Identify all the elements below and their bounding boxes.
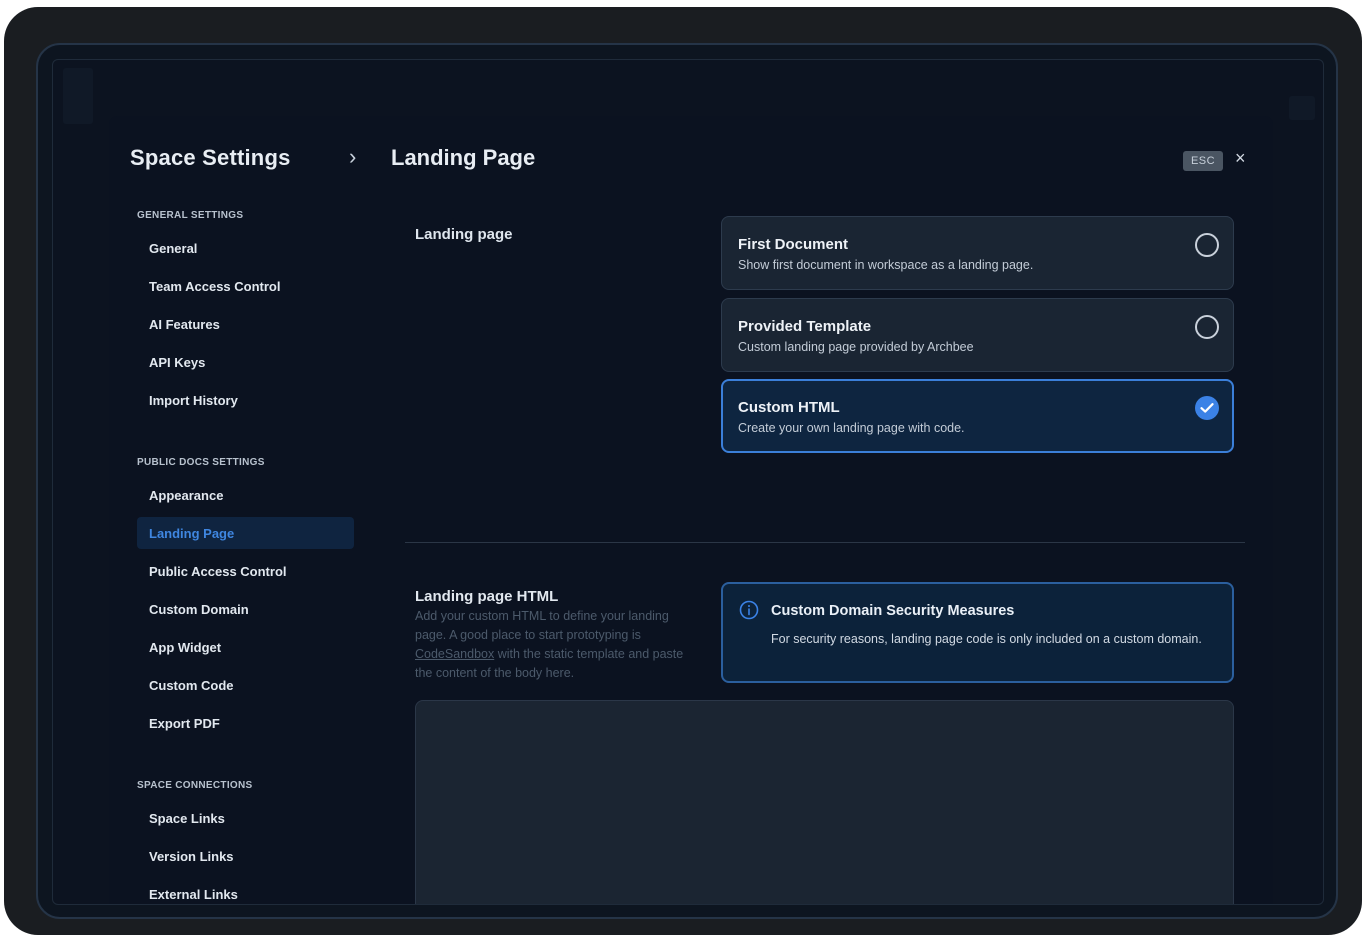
sidebar-item-public-access-control[interactable]: Public Access Control bbox=[137, 555, 354, 587]
callout-title: Custom Domain Security Measures bbox=[771, 603, 1015, 619]
sidebar-heading-public-docs: PUBLIC DOCS SETTINGS bbox=[137, 457, 265, 468]
app-screen: Space Settings › Landing Page ESC × GENE… bbox=[52, 59, 1324, 905]
esc-key-hint: ESC bbox=[1183, 151, 1223, 171]
codesandbox-link[interactable]: CodeSandbox bbox=[415, 647, 494, 661]
sidebar-item-team-access-control[interactable]: Team Access Control bbox=[137, 270, 354, 302]
background-element bbox=[63, 68, 93, 124]
sidebar-heading-general: GENERAL SETTINGS bbox=[137, 210, 244, 221]
html-code-editor[interactable] bbox=[415, 700, 1234, 904]
callout-body: For security reasons, landing page code … bbox=[771, 632, 1202, 646]
sidebar-heading-space-connections: SPACE CONNECTIONS bbox=[137, 780, 253, 791]
space-settings-modal: Space Settings › Landing Page ESC × GENE… bbox=[109, 116, 1273, 904]
description-text: Add your custom HTML to define your land… bbox=[415, 609, 669, 642]
landing-page-html-title: Landing page HTML bbox=[415, 588, 559, 605]
option-description: Custom landing page provided by Archbee bbox=[738, 340, 974, 354]
sidebar-item-api-keys[interactable]: API Keys bbox=[137, 346, 354, 378]
landing-page-label: Landing page bbox=[415, 226, 513, 243]
sidebar-item-space-links[interactable]: Space Links bbox=[137, 802, 354, 834]
option-description: Create your own landing page with code. bbox=[738, 421, 965, 435]
option-first-document[interactable]: First Document Show first document in wo… bbox=[721, 216, 1234, 290]
section-divider bbox=[405, 542, 1245, 543]
info-icon bbox=[739, 600, 759, 620]
security-info-callout: Custom Domain Security Measures For secu… bbox=[721, 582, 1234, 683]
option-description: Show first document in workspace as a la… bbox=[738, 258, 1034, 272]
sidebar-item-export-pdf[interactable]: Export PDF bbox=[137, 707, 354, 739]
radio-button[interactable] bbox=[1195, 233, 1219, 257]
chevron-right-icon: › bbox=[349, 144, 357, 169]
option-custom-html[interactable]: Custom HTML Create your own landing page… bbox=[721, 379, 1234, 453]
sidebar-item-external-links[interactable]: External Links bbox=[137, 878, 354, 904]
sidebar-item-import-history[interactable]: Import History bbox=[137, 384, 354, 416]
sidebar-item-version-links[interactable]: Version Links bbox=[137, 840, 354, 872]
sidebar-item-app-widget[interactable]: App Widget bbox=[137, 631, 354, 663]
screen-bezel: Space Settings › Landing Page ESC × GENE… bbox=[36, 43, 1338, 919]
option-provided-template[interactable]: Provided Template Custom landing page pr… bbox=[721, 298, 1234, 372]
option-title: Provided Template bbox=[738, 318, 872, 335]
option-title: First Document bbox=[738, 236, 849, 253]
radio-button[interactable] bbox=[1195, 315, 1219, 339]
page-title: Landing Page bbox=[391, 145, 536, 170]
sidebar-item-appearance[interactable]: Appearance bbox=[137, 479, 354, 511]
sidebar-item-custom-code[interactable]: Custom Code bbox=[137, 669, 354, 701]
device-frame: Space Settings › Landing Page ESC × GENE… bbox=[4, 7, 1362, 935]
option-title: Custom HTML bbox=[738, 399, 840, 416]
radio-button-checked[interactable] bbox=[1195, 396, 1219, 420]
close-icon[interactable]: × bbox=[1235, 148, 1246, 169]
background-element bbox=[1289, 96, 1315, 120]
breadcrumb-root[interactable]: Space Settings bbox=[130, 145, 291, 171]
checkmark-icon bbox=[1200, 403, 1214, 413]
landing-page-html-description: Add your custom HTML to define your land… bbox=[415, 607, 700, 683]
sidebar-item-general[interactable]: General bbox=[137, 232, 354, 264]
sidebar-item-landing-page[interactable]: Landing Page bbox=[137, 517, 354, 549]
sidebar-item-ai-features[interactable]: AI Features bbox=[137, 308, 354, 340]
sidebar-item-custom-domain[interactable]: Custom Domain bbox=[137, 593, 354, 625]
